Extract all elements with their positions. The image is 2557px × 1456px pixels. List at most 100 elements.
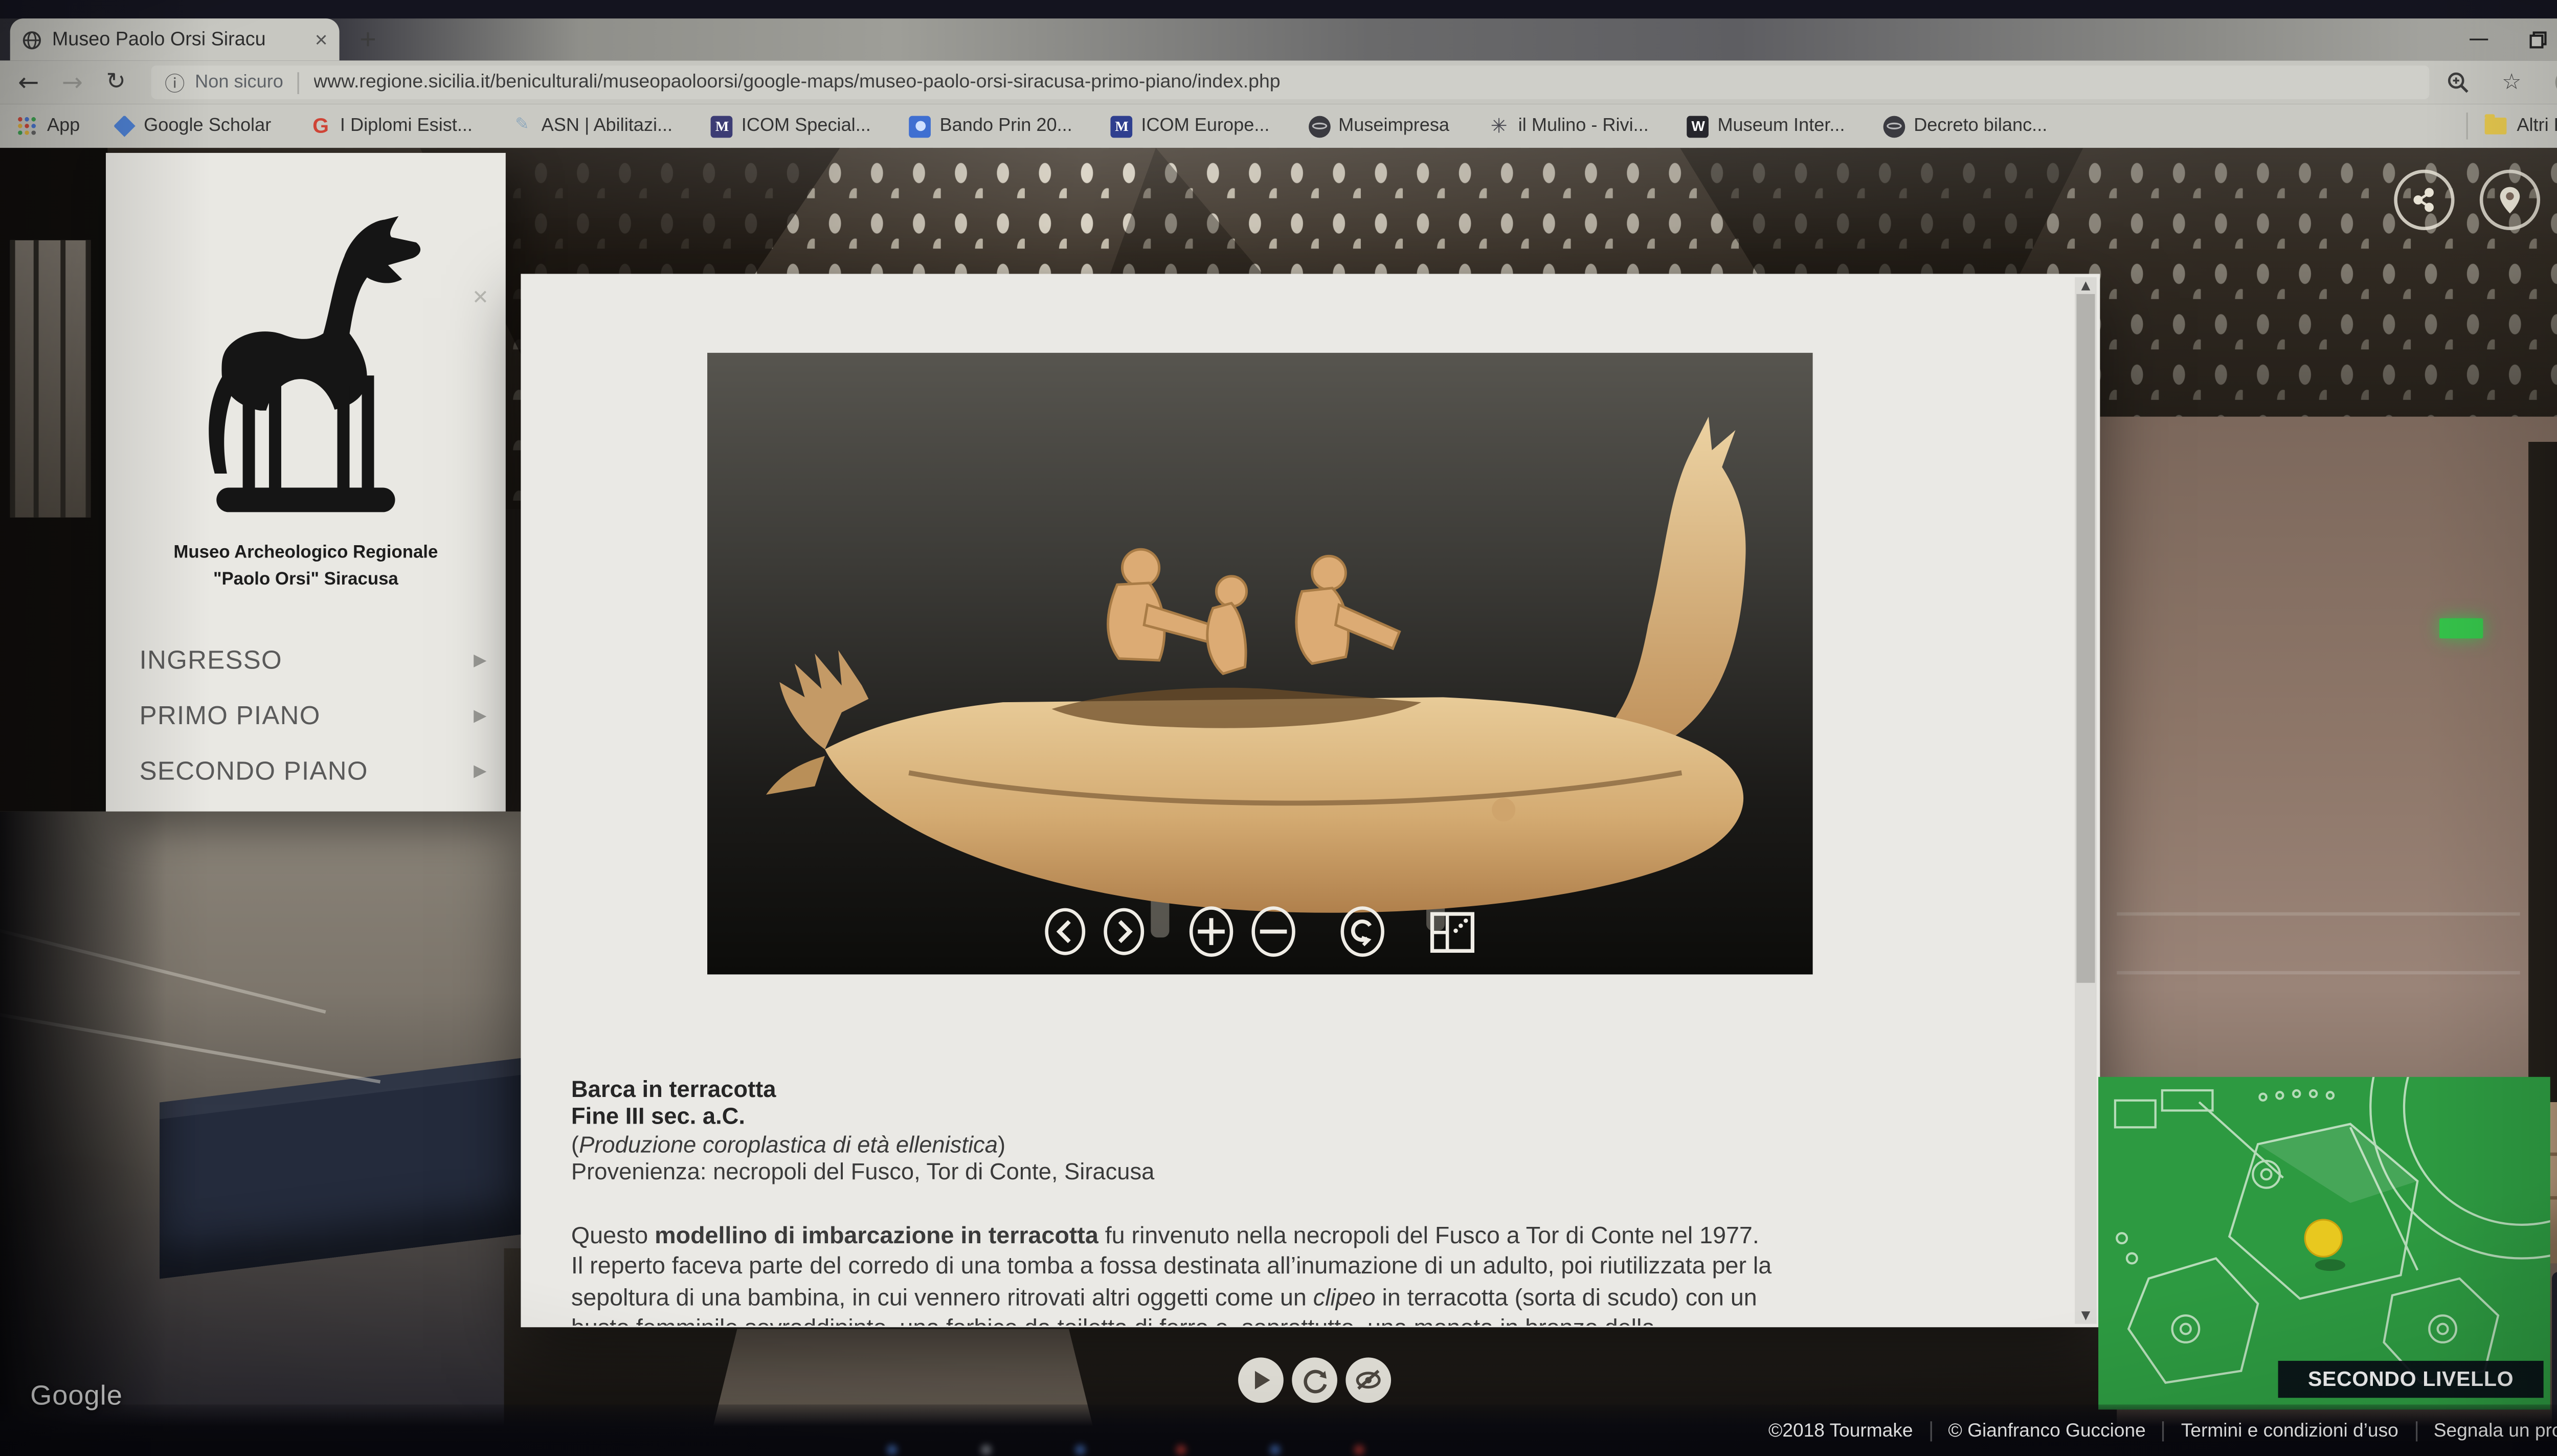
url-text[interactable]: www.regione.sicilia.it/beniculturali/mus… — [313, 72, 1281, 92]
zoom-page-button[interactable] — [2436, 60, 2479, 104]
zoom-out-icon[interactable] — [1249, 904, 1297, 959]
asn-pen-icon — [511, 115, 533, 137]
restore-button[interactable] — [2510, 18, 2557, 60]
taskbar-icon — [1270, 1445, 1281, 1455]
scroll-up-icon[interactable]: ▲ — [2075, 279, 2097, 292]
location-button[interactable] — [2480, 170, 2540, 230]
bookmark-label: Decreto bilanc... — [1914, 116, 2047, 136]
museum-horse-logo — [183, 190, 429, 519]
artifact-info-modal: Barca in terracotta Fine III sec. a.C. (… — [521, 274, 2100, 1327]
apps-label[interactable]: App — [47, 116, 80, 136]
browser-tab[interactable]: Museo Paolo Orsi Siracu × — [10, 18, 340, 60]
paragraph-1: Questo modellino di imbarcazione in terr… — [571, 1222, 2050, 1252]
artifact-production: (Produzione coroplastica di età ellenist… — [571, 1132, 2050, 1159]
tab-close-icon[interactable]: × — [315, 29, 328, 51]
hide-interface-button[interactable] — [1345, 1357, 1391, 1403]
bookmark-item[interactable]: ICOM Europe... — [1111, 115, 1269, 137]
report-problem-link[interactable]: Segnala un problema — [2415, 1421, 2557, 1441]
chevron-right-icon: ▶ — [474, 652, 487, 670]
next-icon[interactable] — [1101, 906, 1147, 958]
bookmark-label: ASN | Abilitazi... — [542, 116, 672, 136]
profile-avatar[interactable] — [2547, 60, 2557, 104]
omnibox-divider — [297, 72, 298, 94]
minimize-button[interactable] — [2450, 18, 2507, 60]
wall-edge — [2117, 912, 2520, 915]
zoom-in-icon[interactable] — [1187, 904, 1236, 959]
terracotta-boat-image — [707, 353, 1813, 974]
scrollbar-thumb[interactable] — [2076, 294, 2095, 983]
exit-sign — [2439, 618, 2483, 638]
refresh-button[interactable] — [1292, 1357, 1337, 1403]
p2-suffix: in terracotta (sorta di scudo) con un — [1376, 1285, 1757, 1312]
chevron-right-icon: ▶ — [474, 707, 487, 726]
corridor-window — [10, 240, 91, 518]
menu-item-ingresso[interactable]: INGRESSO ▶ — [106, 633, 506, 688]
bookmark-label: Museimpresa — [1338, 116, 1449, 136]
address-bar[interactable]: ⓘ Non sicuro www.regione.sicilia.it/beni… — [151, 65, 2430, 99]
floorplan-minimap[interactable]: SECONDO LIVELLO — [2098, 1077, 2550, 1409]
apps-grid-icon[interactable] — [17, 116, 37, 136]
paragraph-2-line1: Il reperto faceva parte del corredo di u… — [571, 1252, 2050, 1283]
artifact-image — [707, 353, 1813, 974]
bookmark-label: il Mulino - Rivi... — [1518, 116, 1649, 136]
menu-label: INGRESSO — [140, 646, 282, 676]
taskbar-icon — [1176, 1445, 1186, 1455]
museum-title: Museo Archeologico Regionale "Paolo Orsi… — [106, 540, 506, 595]
share-button[interactable] — [2394, 170, 2454, 230]
bookmark-label: ICOM Europe... — [1141, 116, 1269, 136]
previous-icon[interactable] — [1042, 906, 1088, 958]
level-label: SECONDO LIVELLO — [2278, 1361, 2544, 1398]
bookmark-item[interactable]: Google Scholar — [114, 115, 271, 137]
artifact-description: Barca in terracotta Fine III sec. a.C. (… — [571, 1077, 2050, 1326]
letter-w-icon — [1687, 115, 1709, 137]
terms-link[interactable]: Termini e condizioni d’uso — [2163, 1421, 2415, 1441]
artifact-provenance: Provenienza: necropoli del Fusco, Tor di… — [571, 1159, 2050, 1186]
new-tab-button[interactable]: + — [346, 24, 390, 55]
window-top-strip — [0, 0, 2557, 18]
bookmark-item[interactable]: Museum Inter... — [1687, 115, 1845, 137]
modal-scrollbar[interactable]: ▲ ▼ — [2075, 277, 2097, 1324]
forward-button[interactable]: → — [51, 60, 94, 104]
info-icon[interactable]: ⓘ — [165, 68, 185, 97]
menu-item-secondo-piano[interactable]: SECONDO PIANO ▶ — [106, 744, 506, 799]
sidebar-close-icon[interactable]: ✕ — [472, 287, 489, 307]
dark-globe-icon — [1308, 115, 1330, 137]
p1-bold: modellino di imbarcazione in terracotta — [655, 1223, 1098, 1250]
paren: ) — [998, 1132, 1005, 1157]
bookmark-item[interactable]: Museimpresa — [1308, 115, 1449, 137]
bookmark-item[interactable]: ICOM Special... — [711, 115, 871, 137]
bookmark-item[interactable]: il Mulino - Rivi... — [1488, 115, 1649, 137]
bookmark-item[interactable]: Bando Prin 20... — [909, 115, 1072, 137]
bookmark-label: ICOM Special... — [742, 116, 871, 136]
floorplan-drawing — [2098, 1077, 2550, 1409]
position-marker — [2305, 1220, 2342, 1257]
bookmark-label: Bando Prin 20... — [940, 116, 1072, 136]
photographed-monitor: ✕ Museo Archeologico Regionale "Paolo Or… — [0, 0, 2557, 1456]
back-button[interactable]: ← — [7, 60, 50, 104]
paragraph-2-clipped-line: busto femminile sovraddipinto, una forbi… — [571, 1313, 2050, 1325]
bookmark-item[interactable]: Decreto bilanc... — [1883, 115, 2047, 137]
windows-taskbar — [0, 1442, 2557, 1456]
autoplay-button[interactable] — [1238, 1357, 1284, 1403]
location-pin-icon — [2492, 182, 2528, 218]
bookmark-item[interactable]: ASN | Abilitazi... — [511, 115, 673, 137]
folder-icon — [2485, 118, 2507, 135]
scroll-down-icon[interactable]: ▼ — [2075, 1309, 2097, 1322]
dark-doorway — [2528, 442, 2557, 1106]
dark-globe-icon — [1883, 115, 1905, 137]
menu-item-primo-piano[interactable]: PRIMO PIANO ▶ — [106, 689, 506, 744]
letter-m-navy-icon — [711, 115, 733, 137]
minimize-icon — [2469, 38, 2487, 41]
bookmark-star-icon[interactable]: ☆ — [2490, 60, 2533, 104]
fullscreen-icon[interactable] — [1427, 908, 1478, 955]
bookmark-item[interactable]: I Diplomi Esist... — [310, 115, 473, 137]
reload-button[interactable]: ↻ — [94, 60, 138, 104]
screen: ✕ Museo Archeologico Regionale "Paolo Or… — [0, 0, 2557, 1456]
chevron-right-icon: ▶ — [474, 763, 487, 781]
reset-view-icon[interactable] — [1338, 904, 1387, 959]
credit-author: © Gianfranco Guccione — [1930, 1421, 2162, 1441]
play-icon — [1248, 1368, 1273, 1393]
map-zoom-in-button[interactable]: + — [2552, 1289, 2557, 1336]
p1-prefix: Questo — [571, 1223, 655, 1250]
other-favorites[interactable]: Altri Preferiti — [2466, 113, 2557, 140]
